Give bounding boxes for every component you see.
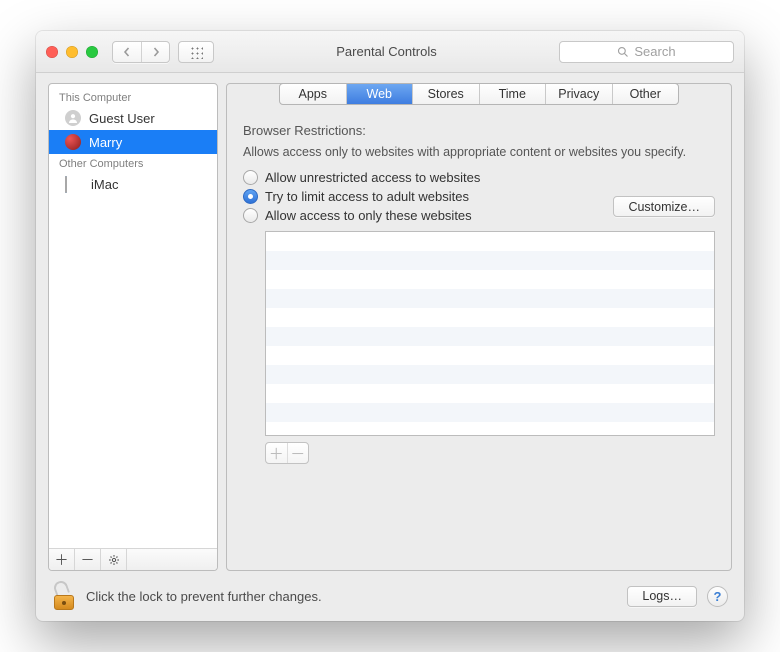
sidebar-user-guest[interactable]: Guest User xyxy=(49,106,217,130)
nav-back-forward xyxy=(112,41,170,63)
grid-icon xyxy=(189,45,203,59)
window-footer: Click the lock to prevent further change… xyxy=(36,571,744,621)
remove-site-button[interactable]: － xyxy=(287,443,309,463)
sidebar-item-label: iMac xyxy=(91,177,118,192)
radio-unrestricted[interactable]: Allow unrestricted access to websites xyxy=(243,170,715,185)
remove-user-button[interactable]: － xyxy=(75,549,101,570)
window-toolbar: Parental Controls Search xyxy=(36,31,744,73)
nav-back-button[interactable] xyxy=(113,42,141,62)
search-placeholder: Search xyxy=(634,44,675,59)
sidebar-group-local: This Computer xyxy=(49,88,217,106)
gear-icon xyxy=(108,554,120,566)
users-sidebar: This Computer Guest User Marry Other Com… xyxy=(48,83,218,571)
add-site-button[interactable]: ＋ xyxy=(266,443,287,463)
tab-privacy[interactable]: Privacy xyxy=(545,84,612,104)
user-avatar-icon xyxy=(65,134,81,150)
lock-button[interactable] xyxy=(52,582,76,610)
sidebar-group-remote: Other Computers xyxy=(49,154,217,172)
list-row xyxy=(266,384,714,403)
window-title: Parental Controls xyxy=(214,44,559,59)
category-tabs: Apps Web Stores Time Privacy Other xyxy=(279,83,679,105)
chevron-right-icon xyxy=(151,47,161,57)
sidebar-remote-imac[interactable]: iMac xyxy=(49,172,217,196)
tab-other[interactable]: Other xyxy=(612,84,679,104)
zoom-window-button[interactable] xyxy=(86,46,98,58)
chevron-left-icon xyxy=(122,47,132,57)
user-silhouette-icon xyxy=(65,110,81,126)
lock-hint-text: Click the lock to prevent further change… xyxy=(86,589,617,604)
customize-button[interactable]: Customize… xyxy=(613,196,715,217)
section-description: Allows access only to websites with appr… xyxy=(243,144,715,160)
radio-label: Allow unrestricted access to websites xyxy=(265,170,480,185)
radio-label: Try to limit access to adult websites xyxy=(265,189,469,204)
tab-apps[interactable]: Apps xyxy=(280,84,346,104)
tab-web[interactable]: Web xyxy=(346,84,413,104)
list-row xyxy=(266,232,714,251)
radio-icon xyxy=(243,170,258,185)
radio-label: Allow access to only these websites xyxy=(265,208,472,223)
list-row xyxy=(266,270,714,289)
close-window-button[interactable] xyxy=(46,46,58,58)
list-row xyxy=(266,346,714,365)
nav-forward-button[interactable] xyxy=(141,42,169,62)
list-row xyxy=(266,365,714,384)
show-all-prefs-button[interactable] xyxy=(178,41,214,63)
sidebar-item-label: Guest User xyxy=(89,111,155,126)
tab-stores[interactable]: Stores xyxy=(412,84,479,104)
list-row xyxy=(266,422,714,436)
user-actions-button[interactable] xyxy=(101,549,127,570)
help-button[interactable]: ? xyxy=(707,586,728,607)
search-input[interactable]: Search xyxy=(559,41,734,63)
content-area: This Computer Guest User Marry Other Com… xyxy=(36,73,744,571)
search-icon xyxy=(617,46,629,58)
imac-icon xyxy=(65,177,83,191)
allowed-sites-list[interactable] xyxy=(265,231,715,436)
sidebar-item-label: Marry xyxy=(89,135,122,150)
sidebar-user-marry[interactable]: Marry xyxy=(49,130,217,154)
list-row xyxy=(266,327,714,346)
list-row xyxy=(266,308,714,327)
add-user-button[interactable]: ＋ xyxy=(49,549,75,570)
minimize-window-button[interactable] xyxy=(66,46,78,58)
logs-button[interactable]: Logs… xyxy=(627,586,697,607)
list-add-remove: ＋ － xyxy=(265,442,309,464)
list-row xyxy=(266,251,714,270)
list-row xyxy=(266,289,714,308)
section-title: Browser Restrictions: xyxy=(243,123,715,138)
preferences-window: Parental Controls Search This Computer G… xyxy=(36,31,744,621)
list-row xyxy=(266,403,714,422)
tab-time[interactable]: Time xyxy=(479,84,546,104)
sidebar-footer: ＋ － xyxy=(49,548,217,570)
settings-panel: Apps Web Stores Time Privacy Other Brows… xyxy=(226,83,732,571)
radio-icon xyxy=(243,189,258,204)
window-traffic-lights xyxy=(46,46,98,58)
radio-icon xyxy=(243,208,258,223)
